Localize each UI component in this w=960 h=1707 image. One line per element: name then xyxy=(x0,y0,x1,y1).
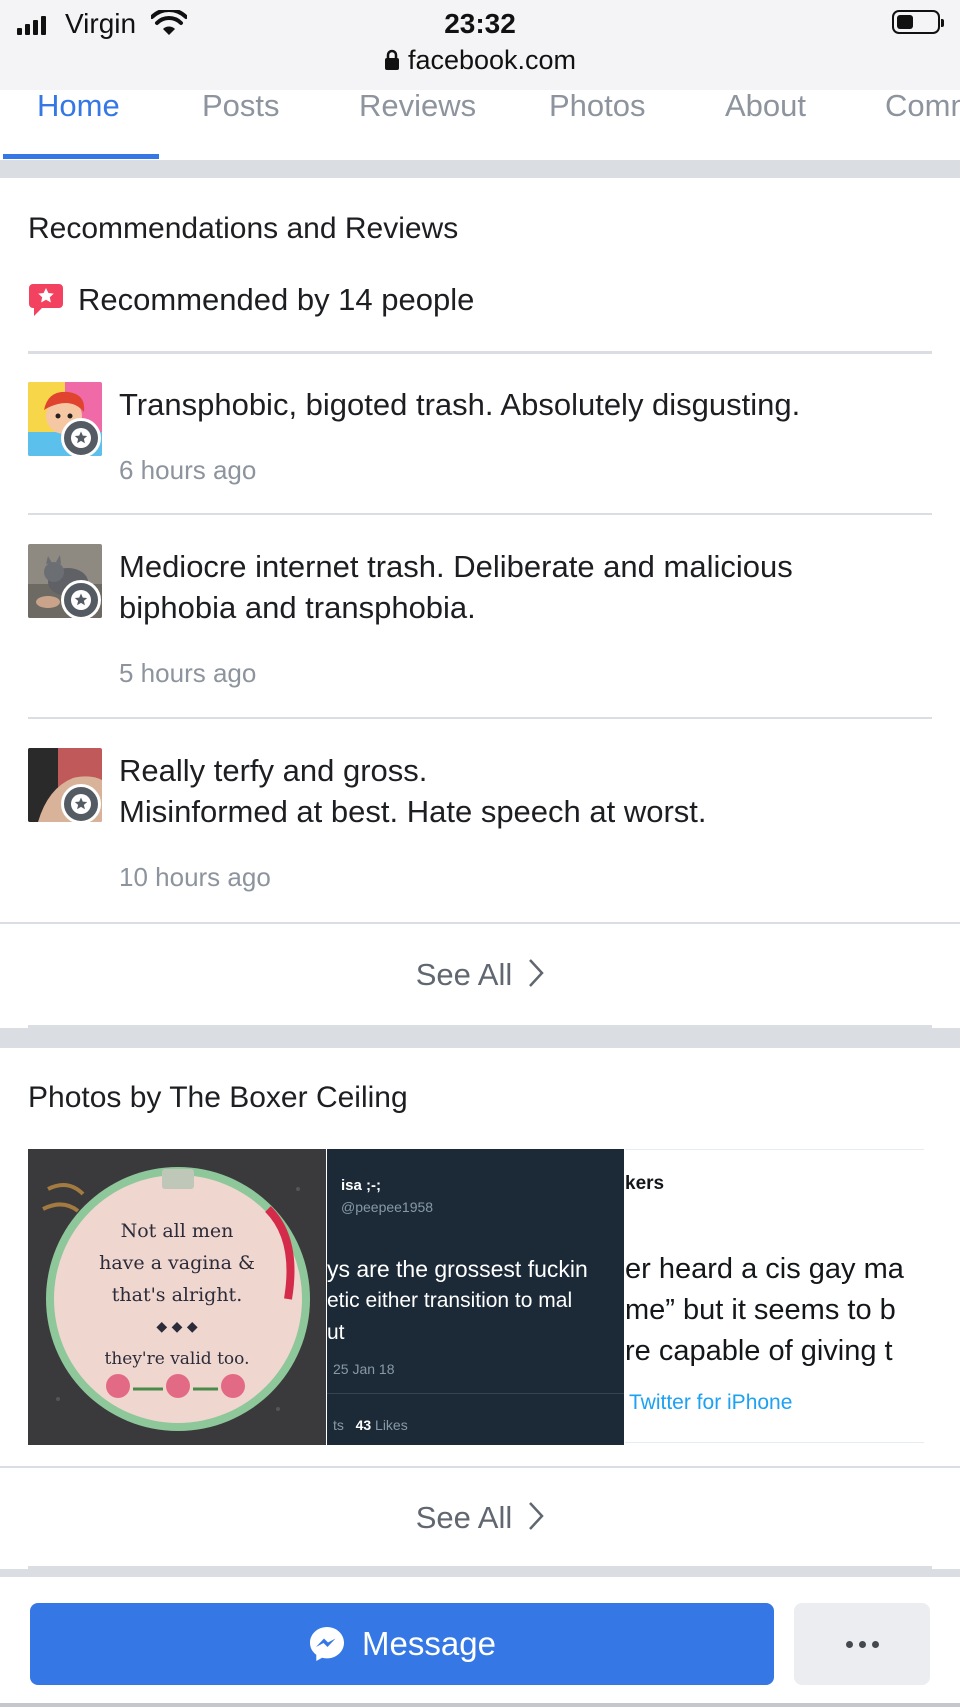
lock-icon xyxy=(384,49,399,70)
photo-text: Twitter for iPhone xyxy=(629,1391,793,1414)
section-divider xyxy=(0,1028,960,1048)
photo-text: kers xyxy=(625,1173,665,1194)
photo-text: er heard a cis gay ma xyxy=(625,1253,904,1285)
photo-text: re capable of giving t xyxy=(625,1335,893,1367)
chevron-right-icon xyxy=(529,1502,544,1530)
review-text: Really terfy and gross. Misinformed at b… xyxy=(119,753,707,829)
review-star-badge-icon xyxy=(61,418,101,458)
url-text: facebook.com xyxy=(407,45,577,75)
review-star-badge-icon xyxy=(61,580,101,620)
review-text: Transphobic, bigoted trash. Absolutely d… xyxy=(119,387,801,422)
divider xyxy=(28,717,932,719)
see-all-photos-button[interactable]: See All xyxy=(0,1500,960,1536)
recommend-icon xyxy=(29,284,63,316)
photo-strip: Not all men have a vagina & that's alrig… xyxy=(28,1149,924,1445)
divider xyxy=(28,351,932,354)
more-options-button[interactable] xyxy=(794,1603,930,1685)
more-dots-icon xyxy=(845,1640,853,1648)
address-bar[interactable]: facebook.com xyxy=(0,45,960,76)
recommendation-summary: Recommended by 14 people xyxy=(28,282,474,318)
photo-text: have a vagina & xyxy=(99,1252,255,1274)
page-tabs: Home Posts Reviews Photos About Comm xyxy=(0,90,960,160)
section-title: Photos by The Boxer Ceiling xyxy=(28,1081,408,1114)
tab-community[interactable]: Comm xyxy=(885,90,960,122)
tab-about[interactable]: About xyxy=(725,90,806,122)
photo-text: 25 Jan 18 xyxy=(333,1361,395,1377)
photo-text: ys are the grossest fuckin xyxy=(327,1256,588,1282)
photo-text: that's alright. xyxy=(111,1284,243,1306)
tab-posts[interactable]: Posts xyxy=(202,90,280,122)
photo-text: me” but it seems to b xyxy=(625,1294,896,1326)
photo-thumbnail[interactable]: isa ;-; @peepee1958 ys are the grossest … xyxy=(327,1149,624,1445)
section-divider xyxy=(0,160,960,178)
recommendation-count: Recommended by 14 people xyxy=(78,282,475,317)
see-all-reviews-button[interactable]: See All xyxy=(0,957,960,993)
photo-text: Not all men xyxy=(120,1220,234,1242)
divider xyxy=(0,1466,960,1468)
photo-thumbnail[interactable]: kers er heard a cis gay ma me” but it se… xyxy=(625,1149,924,1445)
active-tab-indicator xyxy=(3,154,159,159)
message-button[interactable]: Message xyxy=(30,1603,774,1685)
photo-text: isa ;-; xyxy=(341,1177,382,1194)
photo-text: ut xyxy=(327,1321,345,1344)
review-star-badge-icon xyxy=(61,784,101,824)
tab-photos[interactable]: Photos xyxy=(549,90,646,122)
status-bar: Virgin 23:32 facebook.com xyxy=(0,0,960,90)
review-timestamp[interactable]: 6 hours ago xyxy=(119,455,256,486)
photo-text: they're valid too. xyxy=(104,1349,250,1369)
divider xyxy=(0,922,960,924)
review-timestamp[interactable]: 10 hours ago xyxy=(119,862,271,893)
bottom-action-bar: Message xyxy=(0,1577,960,1707)
section-title: Recommendations and Reviews xyxy=(28,212,459,245)
tab-home[interactable]: Home xyxy=(37,90,120,122)
review-text: Mediocre internet trash. Deliberate and … xyxy=(119,549,793,625)
photo-text: ts 43 Likes xyxy=(333,1417,408,1433)
frame-edge xyxy=(0,1703,960,1707)
battery-icon xyxy=(892,10,944,34)
divider xyxy=(28,513,932,515)
photo-thumbnail[interactable]: Not all men have a vagina & that's alrig… xyxy=(28,1149,326,1445)
message-button-label: Message xyxy=(362,1625,496,1662)
photo-text: etic either transition to mal xyxy=(327,1289,573,1312)
messenger-icon xyxy=(310,1627,345,1661)
clock: 23:32 xyxy=(444,8,516,39)
review-timestamp[interactable]: 5 hours ago xyxy=(119,658,256,689)
photo-text: ◆ ◆ ◆ xyxy=(156,1319,198,1335)
section-divider xyxy=(0,1569,960,1577)
tab-reviews[interactable]: Reviews xyxy=(359,90,476,122)
photo-text: @peepee1958 xyxy=(341,1199,434,1215)
chevron-right-icon xyxy=(529,959,544,987)
